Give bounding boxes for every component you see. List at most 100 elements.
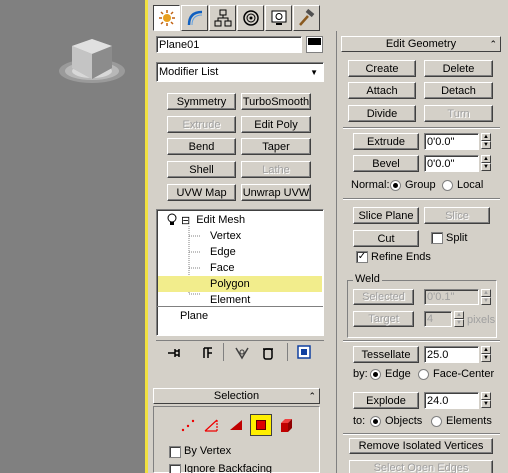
motion-icon (242, 10, 259, 26)
selection-rollout-header[interactable]: Selection ⌃ (153, 388, 320, 404)
weld-target-pixels-field[interactable]: 4 (424, 311, 452, 327)
weld-threshold-field[interactable]: 0'0.1" (424, 289, 479, 305)
polygon-subobject-button[interactable] (250, 414, 272, 436)
bevel-amount-field[interactable]: 0'0.0" (424, 155, 479, 172)
hierarchy-tab[interactable] (209, 5, 236, 31)
extrude-button[interactable]: Extrude (353, 133, 419, 150)
stack-row-plane[interactable]: Plane (158, 308, 322, 324)
uvw-map-button[interactable]: UVW Map (167, 184, 236, 201)
viewport[interactable] (0, 0, 148, 473)
element-subobject-icon[interactable] (278, 418, 294, 434)
create-button[interactable]: Create (348, 60, 416, 77)
polygon-icon (256, 420, 266, 430)
lightbulb-icon[interactable] (165, 213, 179, 227)
turn-button[interactable]: Turn (424, 105, 493, 122)
refine-ends-checkbox[interactable]: ✓ (356, 251, 368, 263)
configure-sets-icon[interactable] (296, 344, 312, 360)
tessellate-face-center-label: Face-Center (433, 368, 495, 380)
slice-button[interactable]: Slice (424, 207, 490, 224)
divider (343, 433, 500, 435)
pin-stack-icon[interactable] (166, 345, 182, 361)
shell-button[interactable]: Shell (167, 161, 236, 178)
extrude-amount-field[interactable]: 0'0.0" (424, 133, 479, 150)
detach-button[interactable]: Detach (424, 82, 493, 99)
stack-row-polygon[interactable]: Polygon (158, 276, 322, 292)
normal-group-radio[interactable] (390, 180, 401, 191)
box-object[interactable] (55, 34, 130, 92)
stack-modifier-label: Edit Mesh (196, 214, 246, 226)
motion-tab[interactable] (237, 5, 264, 31)
subobject-label: Edge (210, 246, 236, 258)
weld-selected-button[interactable]: Selected (353, 289, 414, 305)
edit-geometry-title: Edit Geometry (385, 38, 457, 50)
extrude-spinner[interactable]: ▲ ▼ (481, 133, 491, 150)
show-end-result-icon[interactable] (200, 345, 216, 361)
split-checkbox[interactable] (431, 232, 443, 244)
lathe-button[interactable]: Lathe (241, 161, 311, 178)
object-name-field[interactable]: Plane01 (156, 36, 302, 53)
tessellate-spinner[interactable]: ▲ ▼ (481, 346, 491, 363)
remove-modifier-icon[interactable] (260, 345, 276, 361)
hammer-icon (298, 9, 314, 26)
tessellate-tension-field[interactable]: 25.0 (424, 346, 479, 363)
subobject-label: Element (210, 294, 251, 306)
edit-geometry-header[interactable]: Edit Geometry ⌃ (341, 36, 501, 52)
explode-elements-label: Elements (446, 415, 492, 427)
delete-button[interactable]: Delete (424, 60, 493, 77)
normal-label: Normal: (351, 179, 390, 191)
stack-row-edit-mesh[interactable]: ⊟ Edit Mesh (158, 212, 322, 228)
weld-target-spinner[interactable]: ▲ ▼ (454, 311, 464, 328)
explode-button[interactable]: Explode (353, 392, 419, 409)
divider (156, 340, 324, 341)
extrude-modifier-button[interactable]: Extrude (167, 116, 236, 133)
bevel-button[interactable]: Bevel (353, 155, 419, 172)
divider (343, 340, 500, 342)
remove-isolated-vertices-button[interactable]: Remove Isolated Vertices (349, 438, 493, 454)
turbosmooth-button[interactable]: TurboSmooth (241, 93, 311, 110)
weld-target-button[interactable]: Target (353, 311, 414, 327)
normal-local-radio[interactable] (442, 180, 453, 191)
tessellate-by-label: by: (353, 368, 368, 380)
chevron-down-icon: ▼ (310, 68, 318, 77)
explode-objects-radio[interactable] (370, 416, 381, 427)
slice-plane-button[interactable]: Slice Plane (353, 207, 419, 224)
vertex-subobject-icon[interactable] (180, 418, 196, 434)
select-open-edges-button[interactable]: Select Open Edges (349, 460, 493, 473)
weld-threshold-spinner[interactable]: ▲ ▼ (481, 289, 491, 306)
by-vertex-checkbox[interactable] (169, 446, 181, 458)
tessellate-button[interactable]: Tessellate (353, 346, 419, 363)
explode-spinner[interactable]: ▲ ▼ (481, 392, 491, 409)
edit-poly-button[interactable]: Edit Poly (241, 116, 311, 133)
display-tab[interactable] (265, 5, 292, 31)
create-tab[interactable] (153, 5, 180, 31)
collapse-toggle-icon[interactable]: ⊟ (181, 214, 190, 227)
stack-row-vertex[interactable]: Vertex (158, 228, 322, 244)
ignore-backfacing-checkbox[interactable] (169, 464, 181, 473)
split-label: Split (446, 232, 468, 244)
edge-subobject-icon[interactable] (203, 418, 219, 434)
divide-button[interactable]: Divide (348, 105, 416, 122)
utilities-tab[interactable] (293, 5, 320, 31)
stack-row-edge[interactable]: Edge (158, 244, 322, 260)
tessellate-edge-label: Edge (385, 368, 411, 380)
unwrap-uvw-button[interactable]: Unwrap UVW (241, 184, 311, 201)
bend-button[interactable]: Bend (167, 138, 236, 155)
tessellate-face-center-radio[interactable] (418, 369, 429, 380)
stack-row-face[interactable]: Face (158, 260, 322, 276)
object-color-swatch[interactable] (306, 36, 323, 53)
modifier-list-dropdown[interactable]: Modifier List ▼ (156, 62, 324, 82)
explode-elements-radio[interactable] (431, 416, 442, 427)
tessellate-edge-radio[interactable] (370, 369, 381, 380)
face-subobject-icon[interactable] (228, 418, 244, 434)
bevel-spinner[interactable]: ▲ ▼ (481, 155, 491, 172)
selection-rollout-title: Selection (213, 390, 260, 402)
toolbar-separator (287, 343, 288, 361)
cut-button[interactable]: Cut (353, 230, 419, 247)
explode-angle-field[interactable]: 24.0 (424, 392, 479, 409)
taper-button[interactable]: Taper (241, 138, 311, 155)
subobject-label: Polygon (210, 278, 250, 290)
make-unique-icon[interactable] (234, 345, 250, 361)
attach-button[interactable]: Attach (348, 82, 416, 99)
modify-tab[interactable] (181, 5, 208, 31)
symmetry-button[interactable]: Symmetry (167, 93, 236, 110)
